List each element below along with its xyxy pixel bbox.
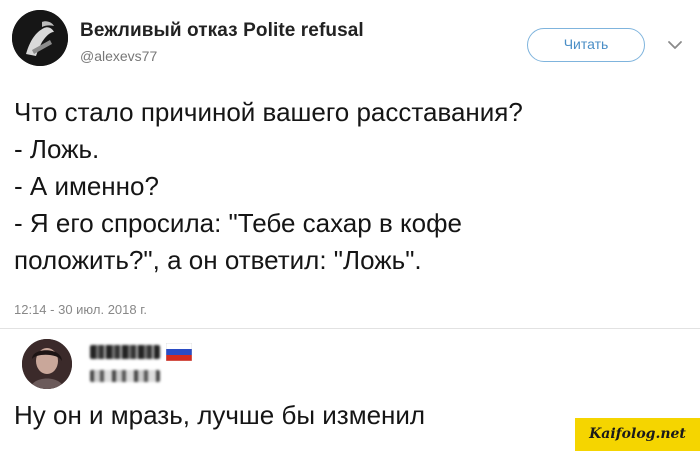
more-options-button[interactable] (664, 34, 686, 56)
tweet-line: - А именно? (14, 171, 159, 201)
tweet-timestamp[interactable]: 12:14 - 30 июл. 2018 г. (14, 302, 147, 317)
author-avatar[interactable] (12, 10, 68, 66)
reply-author-name-redacted (90, 345, 160, 359)
reply-flag (166, 343, 192, 361)
author-handle[interactable]: @alexevs77 (80, 48, 157, 64)
reply-avatar[interactable] (22, 339, 72, 389)
chevron-down-icon (668, 41, 682, 49)
follow-button[interactable]: Читать (527, 28, 645, 62)
tweet-line: - Ложь. (14, 134, 100, 164)
divider (0, 328, 700, 329)
tweet-card: Вежливый отказ Polite refusal @alexevs77… (0, 0, 700, 451)
tweet-line: положить?", а он ответил: "Ложь". (14, 245, 422, 275)
tweet-text: Что стало причиной вашего расставания? -… (14, 94, 694, 279)
flag-icon (166, 343, 192, 361)
reply-text: Ну он и мразь, лучше бы изменил (14, 400, 426, 430)
reply-author-handle-redacted (90, 370, 160, 382)
tweet-line: Что стало причиной вашего расставания? (14, 97, 523, 127)
avatar-icon (12, 10, 68, 66)
watermark: Kaifolog.net (575, 418, 700, 451)
author-name[interactable]: Вежливый отказ Polite refusal (80, 20, 364, 42)
avatar-icon (22, 339, 72, 389)
tweet-line: - Я его спросила: "Тебе сахар в кофе (14, 208, 462, 238)
